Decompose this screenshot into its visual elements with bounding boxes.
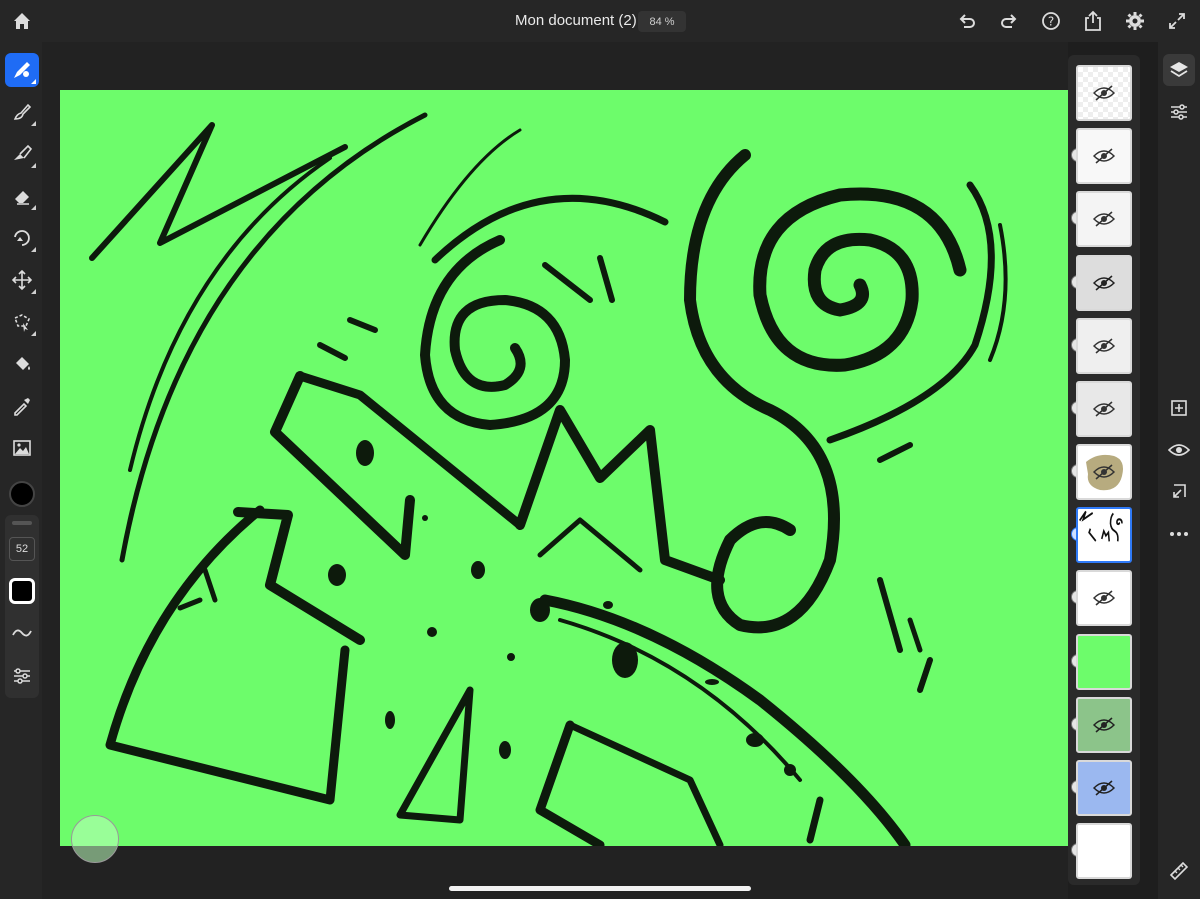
layer-thumbnail[interactable] — [1076, 381, 1132, 437]
redo-icon[interactable] — [997, 9, 1021, 33]
layer-thumbnail[interactable] — [1076, 570, 1132, 626]
hidden-eye-icon — [1093, 211, 1115, 227]
artwork-strokes — [89, 112, 1008, 846]
tool-options-indicator — [31, 79, 36, 84]
drawing-canvas[interactable] — [60, 90, 1068, 846]
tool-options-indicator — [31, 289, 36, 294]
right-rail — [1158, 42, 1200, 899]
home-indicator[interactable] — [449, 886, 751, 891]
hidden-eye-icon — [1093, 464, 1115, 480]
fill-bucket-tool[interactable] — [5, 347, 39, 381]
layer-properties-icon[interactable] — [1163, 96, 1195, 128]
tool-options-indicator — [31, 121, 36, 126]
brush-size-value[interactable]: 52 — [9, 537, 35, 561]
layer-thumbnail[interactable] — [1076, 255, 1132, 311]
move-transform-tool[interactable] — [5, 263, 39, 297]
hidden-eye-icon — [1093, 85, 1115, 101]
hidden-eye-icon — [1093, 780, 1115, 796]
layer-thumbnail[interactable] — [1076, 128, 1132, 184]
brush-settings-sliders-icon[interactable] — [5, 659, 39, 693]
hidden-eye-icon — [1093, 590, 1115, 606]
ruler-icon[interactable] — [1163, 855, 1195, 887]
merge-down-icon[interactable] — [1163, 476, 1195, 508]
layer-thumbnail[interactable] — [1076, 65, 1132, 121]
layer-thumbnail[interactable] — [1076, 697, 1132, 753]
smudge-tool[interactable] — [5, 221, 39, 255]
svg-text:?: ? — [1048, 15, 1054, 29]
layer-thumbnail[interactable] — [1076, 634, 1132, 690]
layer-thumbnail[interactable] — [1076, 823, 1132, 879]
visibility-eye-icon[interactable] — [1163, 434, 1195, 466]
more-options-icon[interactable] — [1163, 518, 1195, 550]
layer-thumbnail[interactable] — [1076, 760, 1132, 816]
help-icon[interactable]: ? — [1039, 9, 1063, 33]
hidden-eye-icon — [1093, 717, 1115, 733]
tool-options-indicator — [31, 163, 36, 168]
layer-thumbnail-selected[interactable] — [1076, 507, 1132, 563]
hidden-eye-icon — [1093, 401, 1115, 417]
vector-brush-tool[interactable] — [5, 137, 39, 171]
hidden-eye-icon — [1093, 338, 1115, 354]
eraser-tool[interactable] — [5, 179, 39, 213]
paint-brush-tool[interactable] — [5, 53, 39, 87]
touch-shortcut-button[interactable] — [71, 815, 119, 863]
zoom-level[interactable]: 84 % — [638, 11, 686, 32]
brush-size-slider[interactable] — [12, 521, 32, 525]
color-picker-swatch[interactable] — [9, 481, 35, 507]
brush-flow-icon[interactable] — [5, 616, 39, 650]
place-image-tool[interactable] — [5, 431, 39, 465]
lasso-selection-tool[interactable] — [5, 305, 39, 339]
share-icon[interactable] — [1081, 9, 1105, 33]
layer-preview — [1079, 510, 1123, 542]
top-bar: Mon document (2) 84 % ? — [0, 0, 1200, 42]
layer-thumbnail[interactable] — [1076, 318, 1132, 374]
fullscreen-icon[interactable] — [1165, 9, 1189, 33]
live-brush-tool[interactable] — [5, 95, 39, 129]
document-title[interactable]: Mon document (2) — [515, 12, 637, 29]
settings-gear-icon[interactable] — [1123, 9, 1147, 33]
layers-icon[interactable] — [1163, 54, 1195, 86]
hidden-eye-icon — [1093, 275, 1115, 291]
tool-options-indicator — [31, 331, 36, 336]
eyedropper-tool[interactable] — [5, 389, 39, 423]
add-layer-icon[interactable] — [1163, 392, 1195, 424]
tool-options-indicator — [31, 205, 36, 210]
home-icon[interactable] — [10, 9, 34, 33]
undo-icon[interactable] — [955, 9, 979, 33]
hidden-eye-icon — [1093, 148, 1115, 164]
layer-thumbnail[interactable] — [1076, 444, 1132, 500]
brush-opacity-swatch[interactable] — [9, 578, 35, 604]
layer-thumbnail[interactable] — [1076, 191, 1132, 247]
tool-options-indicator — [31, 247, 36, 252]
